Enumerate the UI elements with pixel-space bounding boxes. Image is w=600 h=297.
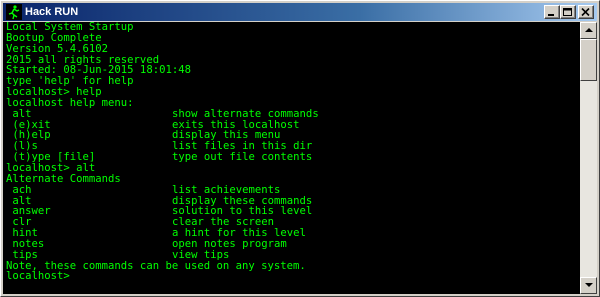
vertical-scrollbar[interactable] (580, 22, 597, 294)
running-man-icon (6, 4, 22, 20)
command-name: tips (6, 248, 38, 261)
maximize-button[interactable] (560, 5, 576, 19)
minimize-button[interactable] (544, 5, 560, 19)
close-button[interactable] (578, 5, 594, 19)
console-output[interactable]: Local System Startup Bootup Complete Versi… (3, 22, 580, 294)
client-area: Local System Startup Bootup Complete Versi… (3, 22, 597, 294)
help-menu-row: alt show alternate commands (6, 108, 318, 120)
minimize-icon (548, 14, 554, 16)
close-icon (581, 8, 590, 17)
command-prompt: localhost> (6, 270, 70, 283)
arrow-up-icon (585, 28, 593, 32)
command-description: list achievements (172, 183, 281, 196)
alt-command-row: notes open notes program (6, 238, 306, 250)
terminal-window: Hack RUN Local System Startup Bootup Comp… (0, 0, 600, 297)
console-line: Version 5.4.6102 (6, 42, 109, 55)
title-bar[interactable]: Hack RUN (3, 3, 597, 21)
window-title: Hack RUN (25, 6, 79, 18)
console-lines: Local System Startup Bootup Complete Versi… (6, 22, 319, 283)
arrow-down-icon (585, 283, 593, 287)
scroll-down-button[interactable] (580, 277, 597, 294)
scroll-up-button[interactable] (580, 22, 597, 39)
command-description: show alternate commands (172, 107, 319, 120)
command-description: view tips (172, 248, 230, 261)
maximize-icon (563, 8, 572, 16)
alt-command-row: tips view tips (6, 248, 306, 261)
alt-command-row: ach list achievements (6, 183, 306, 196)
command-description: type out file contents (172, 151, 313, 164)
scrollbar-thumb[interactable] (580, 39, 597, 81)
